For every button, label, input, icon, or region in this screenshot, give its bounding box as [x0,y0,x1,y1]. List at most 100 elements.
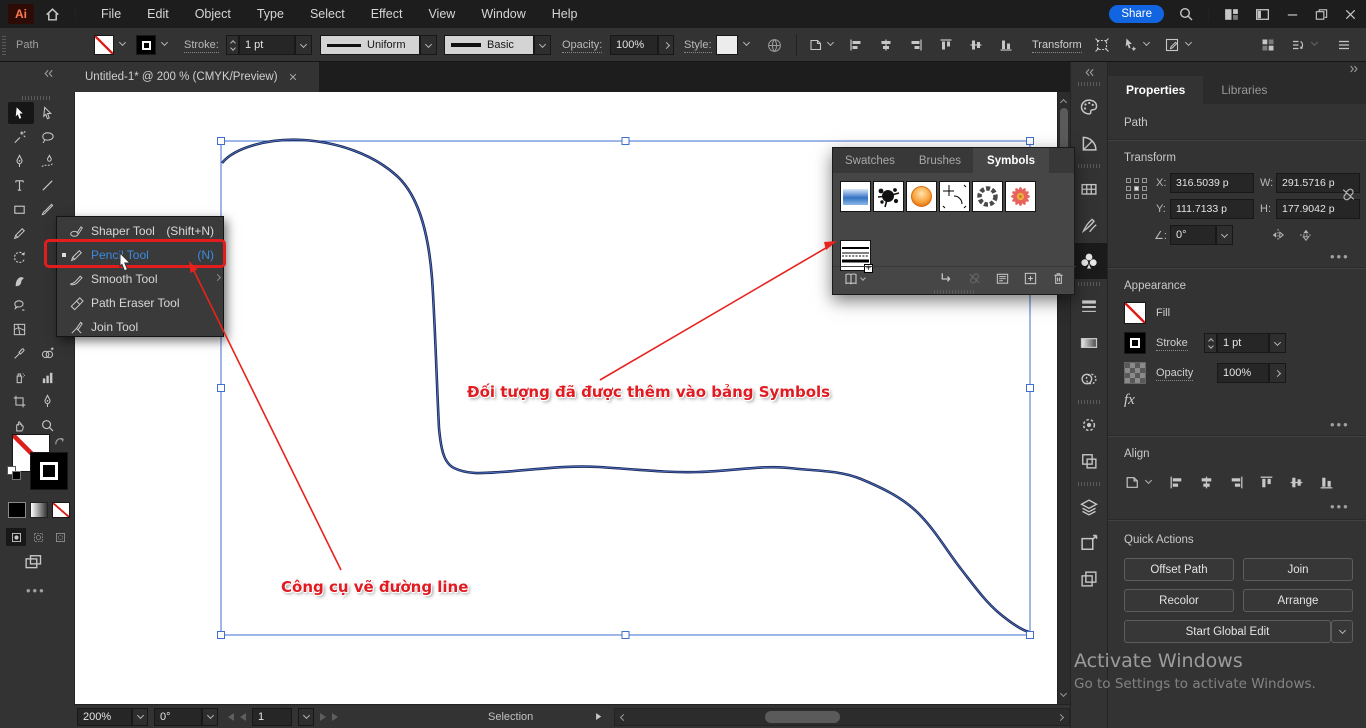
scroll-up-icon[interactable] [1060,99,1067,106]
appearance-stroke-swatch[interactable] [1124,332,1146,354]
dock-group-grip-5[interactable] [1078,482,1100,486]
symbol-blue-gradient-banner[interactable] [840,181,871,212]
width-profile-combo[interactable]: Uniform [320,35,420,55]
flyout-item-path-eraser-tool[interactable]: Path Eraser Tool [57,291,223,315]
recolor-button[interactable]: Recolor [1124,589,1234,612]
flyout-item-join-tool[interactable]: Join Tool [57,315,223,339]
selection-tool-icon[interactable] [5,101,33,125]
left-dock-collapse-icon[interactable] [42,67,55,80]
arrange-button[interactable]: Arrange [1243,589,1353,612]
bounding-box-icon[interactable] [1094,37,1110,53]
start-global-edit-button[interactable]: Start Global Edit [1124,620,1331,643]
status-play-icon[interactable] [593,711,604,722]
menu-view[interactable]: View [415,7,468,21]
prev-artboard-icon[interactable] [240,713,246,721]
arrange-documents-icon[interactable] [1290,37,1306,53]
eyedropper-tool-icon[interactable] [5,341,33,365]
stroke-weight-stepper[interactable] [226,35,239,55]
artboard-tool-icon[interactable] [5,389,33,413]
dock-collapse-icon[interactable] [1083,66,1096,79]
opacity-label[interactable]: Opacity: [562,39,602,53]
brush-definition-combo[interactable]: Basic [444,35,534,55]
appearance-more-options[interactable]: ••• [1330,422,1350,428]
appearance-opacity-swatch[interactable] [1124,362,1146,384]
scroll-down-icon[interactable] [1060,690,1067,697]
workspace-grid-icon[interactable] [1260,37,1276,53]
stroke-panel-icon[interactable] [1071,289,1107,325]
edit-toolbar-icon[interactable]: ••• [26,588,46,594]
symbol-sprayer-tool-icon[interactable] [5,365,33,389]
fill-color-swatch[interactable] [94,35,114,55]
appearance-fill-label[interactable]: Fill [1156,307,1170,319]
start-global-edit-dropdown[interactable] [1331,620,1353,643]
stroke-weight-dropdown[interactable] [295,35,312,55]
width-profile-dropdown[interactable] [420,35,437,55]
draw-normal-button[interactable] [6,528,26,546]
panel-align-center-vertical-icon[interactable] [1288,474,1305,491]
gradient-panel-icon[interactable] [1071,325,1107,361]
graphic-styles-panel-icon[interactable] [1071,443,1107,479]
document-tab-close-icon[interactable] [288,72,298,82]
menu-edit[interactable]: Edit [134,7,182,21]
swatches-panel-icon[interactable] [1071,171,1107,207]
dock-group-grip-2[interactable] [1078,164,1100,168]
delete-symbol-icon[interactable] [1051,271,1066,286]
appearance-panel-icon[interactable] [1071,407,1107,443]
link-width-height-icon[interactable] [1340,186,1357,203]
magic-wand-tool-icon[interactable] [5,125,33,149]
toolbar-grip[interactable] [22,96,52,100]
rotate-angle-dropdown[interactable] [1216,225,1233,245]
tab-symbols[interactable]: Symbols [973,148,1049,173]
scroll-left-icon[interactable] [620,713,627,720]
appearance-stroke-dropdown[interactable] [1269,333,1286,353]
select-similar-chevron-icon[interactable] [1143,39,1150,46]
rotate-tool-icon[interactable] [5,245,33,269]
workspace-switcher-icon[interactable] [1223,6,1240,23]
appearance-opacity-label[interactable]: Opacity [1156,367,1193,381]
menu-select[interactable]: Select [297,7,358,21]
home-icon[interactable] [44,6,61,23]
appearance-stroke-stepper[interactable] [1204,333,1217,353]
flip-vertical-icon[interactable] [1298,227,1314,243]
symbol-libraries-icon[interactable] [843,271,859,287]
lasso-tool-icon[interactable] [33,125,61,149]
screen-mode-icon[interactable] [22,552,44,572]
search-icon[interactable] [1178,6,1194,22]
join-button[interactable]: Join [1243,558,1353,581]
toolbar-stroke-swatch[interactable] [30,452,68,490]
menu-type[interactable]: Type [244,7,297,21]
panel-align-center-horizontal-icon[interactable] [1198,474,1215,491]
scroll-right-icon[interactable] [1057,713,1064,720]
dock-group-grip-4[interactable] [1078,400,1100,404]
rotation-dropdown[interactable] [202,708,218,726]
asset-export-panel-icon[interactable] [1071,561,1107,597]
direct-selection-tool-icon[interactable] [33,101,61,125]
brushes-panel-icon[interactable] [1071,207,1107,243]
minimize-button[interactable] [1285,7,1300,22]
style-chevron-icon[interactable] [743,39,750,46]
rotate-angle-field[interactable]: 0° [1170,225,1216,245]
menu-effect[interactable]: Effect [358,7,416,21]
break-link-icon[interactable] [967,271,982,286]
swap-fill-stroke-icon[interactable] [52,434,67,449]
document-layout-icon[interactable] [1254,6,1271,23]
symbol-libraries-chevron[interactable] [860,275,866,281]
artboards-panel-icon[interactable] [1071,525,1107,561]
panel-align-left-icon[interactable] [1168,474,1185,491]
layers-panel-icon[interactable] [1071,489,1107,525]
graph-tool-icon[interactable] [33,365,61,389]
align-left-icon[interactable] [848,37,864,53]
align-top-icon[interactable] [938,37,954,53]
y-field[interactable]: 111.7133 p [1170,199,1254,219]
document-tab[interactable]: Untitled-1* @ 200 % (CMYK/Preview) [75,62,319,92]
document-setup-icon[interactable] [766,37,783,54]
panel-align-bottom-icon[interactable] [1318,474,1335,491]
horizontal-scrollbar[interactable] [614,708,1070,726]
share-button[interactable]: Share [1109,5,1164,23]
artboard-dropdown[interactable] [298,708,314,726]
offset-path-button[interactable]: Offset Path [1124,558,1234,581]
restore-button[interactable] [1314,7,1329,22]
fill-chevron-icon[interactable] [119,39,126,46]
arrange-documents-chevron-icon[interactable] [1311,39,1318,46]
rotation-field[interactable]: 0° [154,708,202,726]
